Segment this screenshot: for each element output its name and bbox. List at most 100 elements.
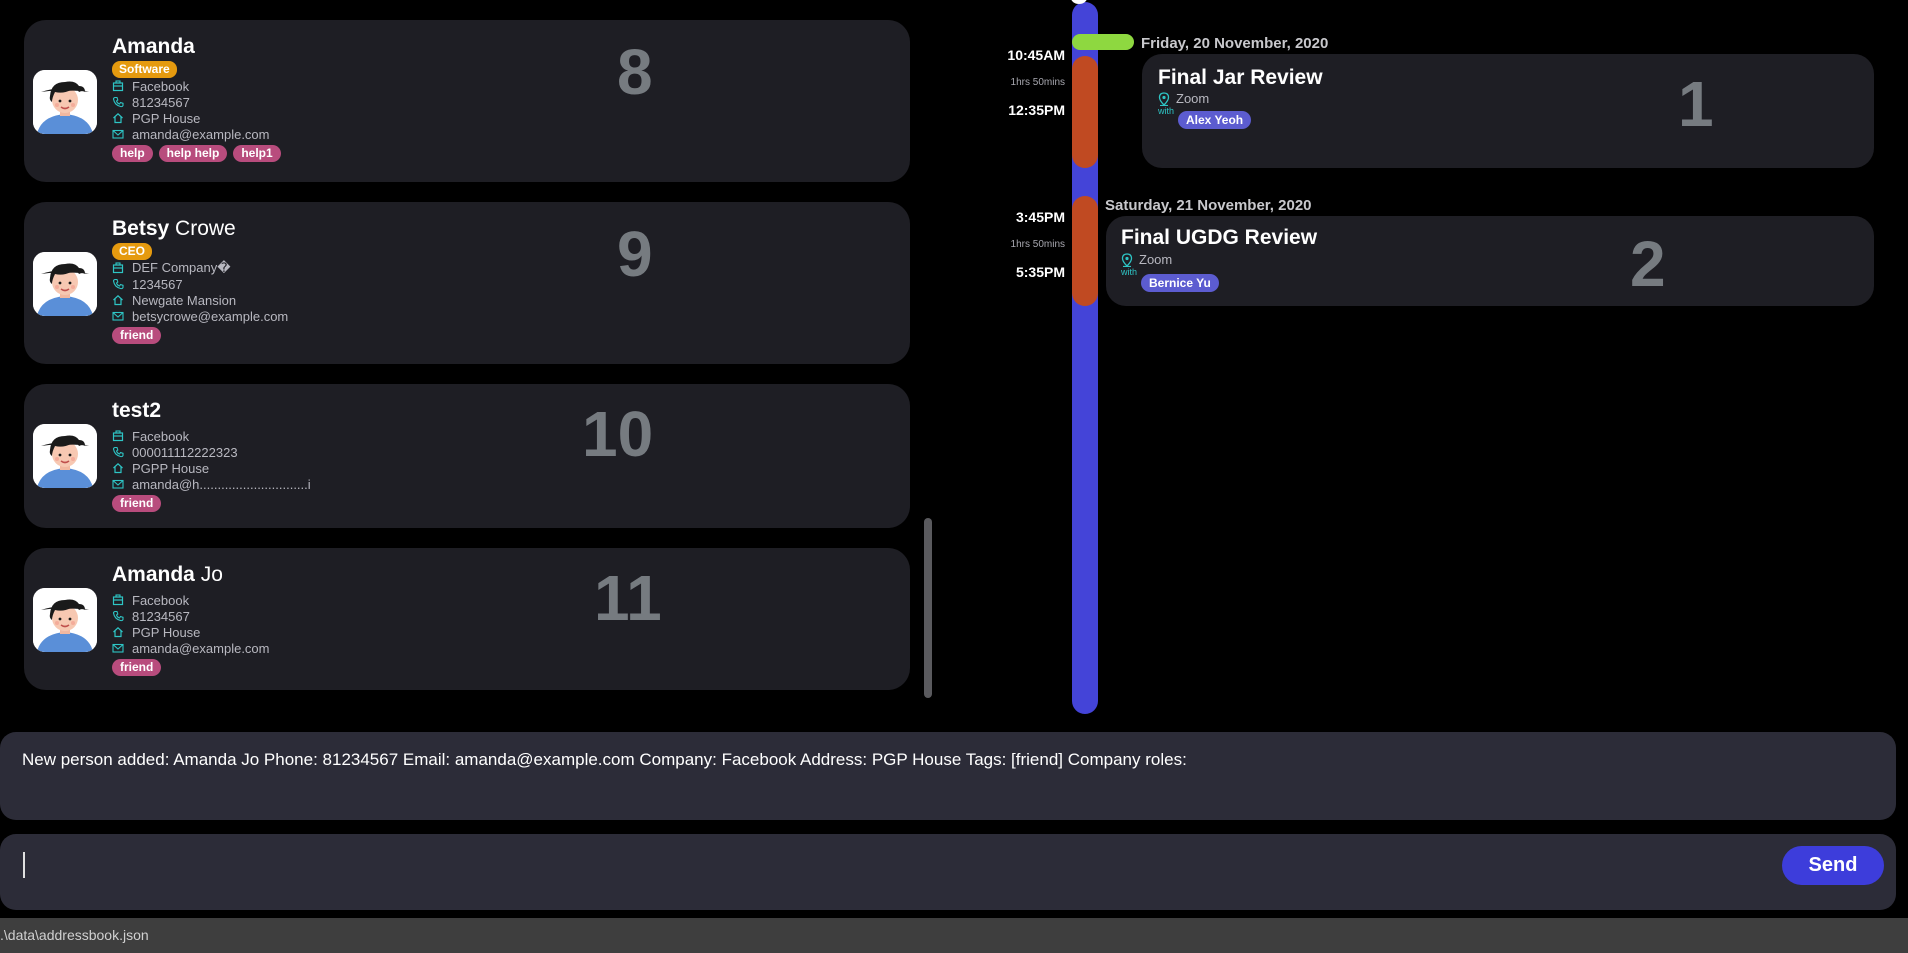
event-location: Zoom [1121,252,1172,267]
result-display[interactable]: New person added: Amanda Jo Phone: 81234… [0,732,1896,820]
phone-text: 000011112222323 [132,444,238,460]
person-list-scrollbar[interactable] [924,518,932,698]
tag: friend [112,327,162,344]
address-text: PGP House [132,110,201,126]
address-row: Newgate Mansion [112,292,288,308]
event-index-number: 2 [1630,228,1666,300]
location-pin-icon [1121,252,1133,267]
email-text: amanda@h..............................i [132,476,311,492]
event-index-number: 1 [1678,68,1714,140]
last-name: Crowe [175,217,236,240]
location-text: Zoom [1139,252,1173,267]
home-icon [112,112,124,124]
day-header: Saturday, 21 November, 2020 [1105,197,1312,214]
tag: help [112,145,153,162]
address-row: PGP House [112,624,269,640]
first-name: Betsy [112,217,170,240]
event-location: Zoom [1158,91,1209,106]
save-file-path: .\data\addressbook.json [0,927,149,943]
tag-list: friend [112,659,269,676]
company-text: Facebook [132,78,190,94]
current-time-marker [1072,34,1134,50]
phone-row: 000011112222323 [112,444,311,460]
event-title: Final UGDG Review [1121,226,1318,249]
home-icon [112,626,124,638]
command-input[interactable] [20,850,1770,890]
company-icon [112,80,124,92]
company-row: DEF Company� [112,260,288,276]
tag-list: friend [112,327,288,344]
home-icon [112,294,124,306]
tag: help help [158,145,228,162]
email-icon [112,310,124,322]
company-icon [112,430,124,442]
with-label: with [1158,106,1175,116]
avatar-icon [33,588,97,652]
index-number: 8 [617,36,653,108]
phone-icon [112,446,124,458]
email-row: amanda@example.com [112,126,281,142]
email-icon [112,478,124,490]
tag: help1 [233,145,281,162]
text-caret [23,852,25,878]
tag: friend [112,495,162,512]
first-name: test2 [112,399,162,422]
phone-text: 1234567 [132,276,183,292]
phone-row: 81234567 [112,94,281,110]
index-number: 10 [582,398,654,470]
phone-row: 81234567 [112,608,269,624]
person-card[interactable]: Amanda Software Facebook 81234567 PGP Ho… [24,20,910,182]
event-title: Final Jar Review [1158,66,1323,89]
company-row: Facebook [112,428,311,444]
address-text: Newgate Mansion [132,292,237,308]
person-card[interactable]: Amanda Jo Facebook 81234567 PGP House am… [24,548,910,690]
avatar-icon [33,70,97,134]
result-message: New person added: Amanda Jo Phone: 81234… [22,750,1187,769]
phone-text: 81234567 [132,94,190,110]
location-pin-icon [1158,91,1170,106]
person-card[interactable]: test2 Facebook 000011112222323 PGPP Hous… [24,384,910,528]
person-details: Betsy Crowe CEO DEF Company� 1234567 New… [112,216,288,344]
email-text: betsycrowe@example.com [132,308,289,324]
event-end-time: 5:35PM [1015,264,1065,280]
attendee-badge: Bernice Yu [1141,274,1219,292]
person-name: Betsy Crowe [112,216,288,242]
event-card[interactable]: Final Jar Review Zoom with Alex Yeoh 1 [1142,54,1874,168]
avatar-icon [33,424,97,488]
company-row: Facebook [112,78,281,94]
company-text: Facebook [132,592,190,608]
tag-list: help help help help1 [112,145,281,162]
event-duration: 1hrs 50mins [1010,77,1065,88]
person-details: Amanda Software Facebook 81234567 PGP Ho… [112,34,281,162]
with-label: with [1121,267,1138,277]
event-start-time: 10:45AM [1007,47,1065,63]
company-icon [112,594,124,606]
event-duration-segment [1072,196,1098,306]
send-button[interactable]: Send [1782,846,1884,885]
person-name: Amanda Jo [112,562,269,588]
email-row: amanda@h..............................i [112,476,311,492]
address-row: PGP House [112,110,281,126]
phone-icon [112,96,124,108]
email-row: betsycrowe@example.com [112,308,288,324]
role-badge: Software [112,61,177,78]
company-row: Facebook [112,592,269,608]
location-text: Zoom [1176,91,1210,106]
person-list-panel[interactable]: Amanda Software Facebook 81234567 PGP Ho… [24,0,910,700]
command-box [0,834,1896,910]
phone-text: 81234567 [132,608,190,624]
day-header: Friday, 20 November, 2020 [1141,35,1329,52]
event-start-time: 3:45PM [1015,209,1065,225]
tag-list: friend [112,495,311,512]
first-name: Amanda [112,563,195,586]
person-name: Amanda [112,34,281,60]
event-duration-segment [1072,56,1098,168]
email-icon [112,128,124,140]
address-text: PGP House [132,624,201,640]
person-details: Amanda Jo Facebook 81234567 PGP House am… [112,562,269,676]
company-icon [112,262,124,274]
person-card[interactable]: Betsy Crowe CEO DEF Company� 1234567 New… [24,202,910,364]
company-text: Facebook [132,428,190,444]
event-card[interactable]: Final UGDG Review Zoom with Bernice Yu 2 [1106,216,1874,306]
phone-row: 1234567 [112,276,288,292]
